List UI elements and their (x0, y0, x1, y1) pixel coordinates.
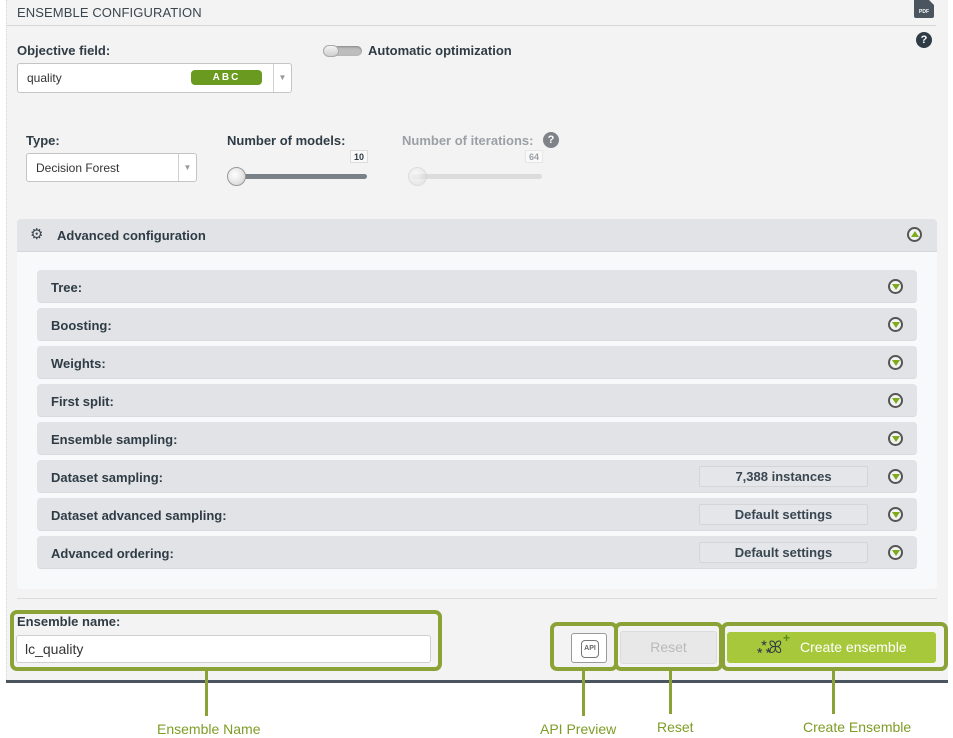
automatic-optimization-label: Automatic optimization (368, 43, 512, 58)
plus-icon: + (783, 631, 791, 645)
number-of-models-slider[interactable] (233, 174, 367, 179)
advanced-row[interactable]: First split: (37, 384, 917, 417)
collapse-icon[interactable] (907, 227, 922, 242)
divider (17, 598, 937, 599)
section-title: ENSEMBLE CONFIGURATION (17, 5, 202, 20)
advanced-row-label: Tree: (51, 280, 83, 295)
type-value: Decision Forest (36, 160, 120, 175)
expand-icon[interactable] (888, 393, 903, 408)
reset-button[interactable]: Reset (620, 631, 717, 664)
ensemble-name-input[interactable] (16, 635, 431, 663)
advanced-row-summary: Default settings (699, 504, 868, 525)
advanced-row[interactable]: Dataset advanced sampling: Default settin… (37, 498, 917, 531)
help-icon[interactable]: ? (916, 32, 932, 48)
advanced-row-label: Weights: (51, 356, 106, 371)
ensemble-name-label: Ensemble name: (17, 614, 121, 629)
callout-reset: Reset (657, 719, 694, 735)
advanced-row-summary: 7,388 instances (699, 466, 868, 487)
callout-line (669, 671, 672, 714)
chevron-down-icon[interactable]: ▼ (178, 154, 196, 181)
number-of-models-value: 10 (350, 150, 369, 163)
advanced-row[interactable]: Dataset sampling: 7,388 instances (37, 460, 917, 493)
api-preview-button[interactable]: API (571, 633, 607, 663)
advanced-row-label: Ensemble sampling: (51, 432, 178, 447)
expand-icon[interactable] (888, 317, 903, 332)
advanced-row-label: Advanced ordering: (51, 546, 174, 561)
advanced-configuration-header[interactable]: ⚙ Advanced configuration (17, 219, 937, 252)
expand-icon[interactable] (888, 507, 903, 522)
expand-icon[interactable] (888, 431, 903, 446)
advanced-row[interactable]: Boosting: (37, 308, 917, 341)
create-ensemble-label: Create ensemble (800, 639, 907, 655)
expand-icon[interactable] (888, 355, 903, 370)
callout-api-preview: API Preview (540, 721, 617, 737)
number-of-iterations-slider-handle[interactable] (408, 167, 427, 186)
objective-field-label: Objective field: (17, 43, 111, 58)
api-icon: API (581, 640, 599, 658)
callout-create-ensemble: Create Ensemble (803, 719, 912, 735)
gears-icon: ⚙ (30, 226, 44, 243)
create-ensemble-button[interactable]: ⁂ꕤ + Create ensemble (727, 631, 936, 663)
number-of-iterations-value: 64 (525, 150, 544, 163)
advanced-row-label: Boosting: (51, 318, 112, 333)
advanced-row-summary: Default settings (699, 542, 868, 563)
chevron-down-icon[interactable]: ▼ (273, 64, 291, 92)
advanced-row-label: Dataset advanced sampling: (51, 508, 227, 523)
pdf-icon[interactable]: PDF (914, 0, 934, 18)
type-select[interactable]: Decision Forest ▼ (26, 153, 197, 182)
objective-field-select[interactable]: quality ABC ▼ (17, 63, 292, 93)
title-divider (6, 25, 936, 26)
help-icon[interactable]: ? (543, 132, 559, 148)
callout-line (205, 671, 208, 716)
automatic-optimization-toggle[interactable] (323, 45, 362, 57)
field-type-badge: ABC (191, 70, 262, 85)
toggle-knob[interactable] (323, 45, 339, 57)
advanced-row-label: Dataset sampling: (51, 470, 163, 485)
callout-line (832, 671, 835, 714)
callout-ensemble-name: Ensemble Name (157, 721, 261, 737)
advanced-row[interactable]: Weights: (37, 346, 917, 379)
advanced-configuration-panel: ⚙ Advanced configuration Tree: Boosting: W… (17, 219, 937, 589)
advanced-configuration-title: Advanced configuration (57, 228, 206, 243)
number-of-iterations-label: Number of iterations: (402, 133, 534, 148)
panel-bottom-border (6, 680, 948, 683)
number-of-iterations-slider[interactable] (412, 174, 542, 179)
advanced-row[interactable]: Advanced ordering: Default settings (37, 536, 917, 569)
advanced-row-label: First split: (51, 394, 114, 409)
advanced-row[interactable]: Ensemble sampling: (37, 422, 917, 455)
expand-icon[interactable] (888, 545, 903, 560)
number-of-models-label: Number of models: (227, 133, 346, 148)
advanced-row[interactable]: Tree: (37, 270, 917, 303)
number-of-models-slider-handle[interactable] (227, 167, 246, 186)
callout-line (582, 671, 585, 716)
ensemble-icon: ⁂ꕤ (757, 638, 782, 657)
type-label: Type: (26, 133, 60, 148)
expand-icon[interactable] (888, 279, 903, 294)
expand-icon[interactable] (888, 469, 903, 484)
objective-field-value: quality (27, 71, 62, 85)
